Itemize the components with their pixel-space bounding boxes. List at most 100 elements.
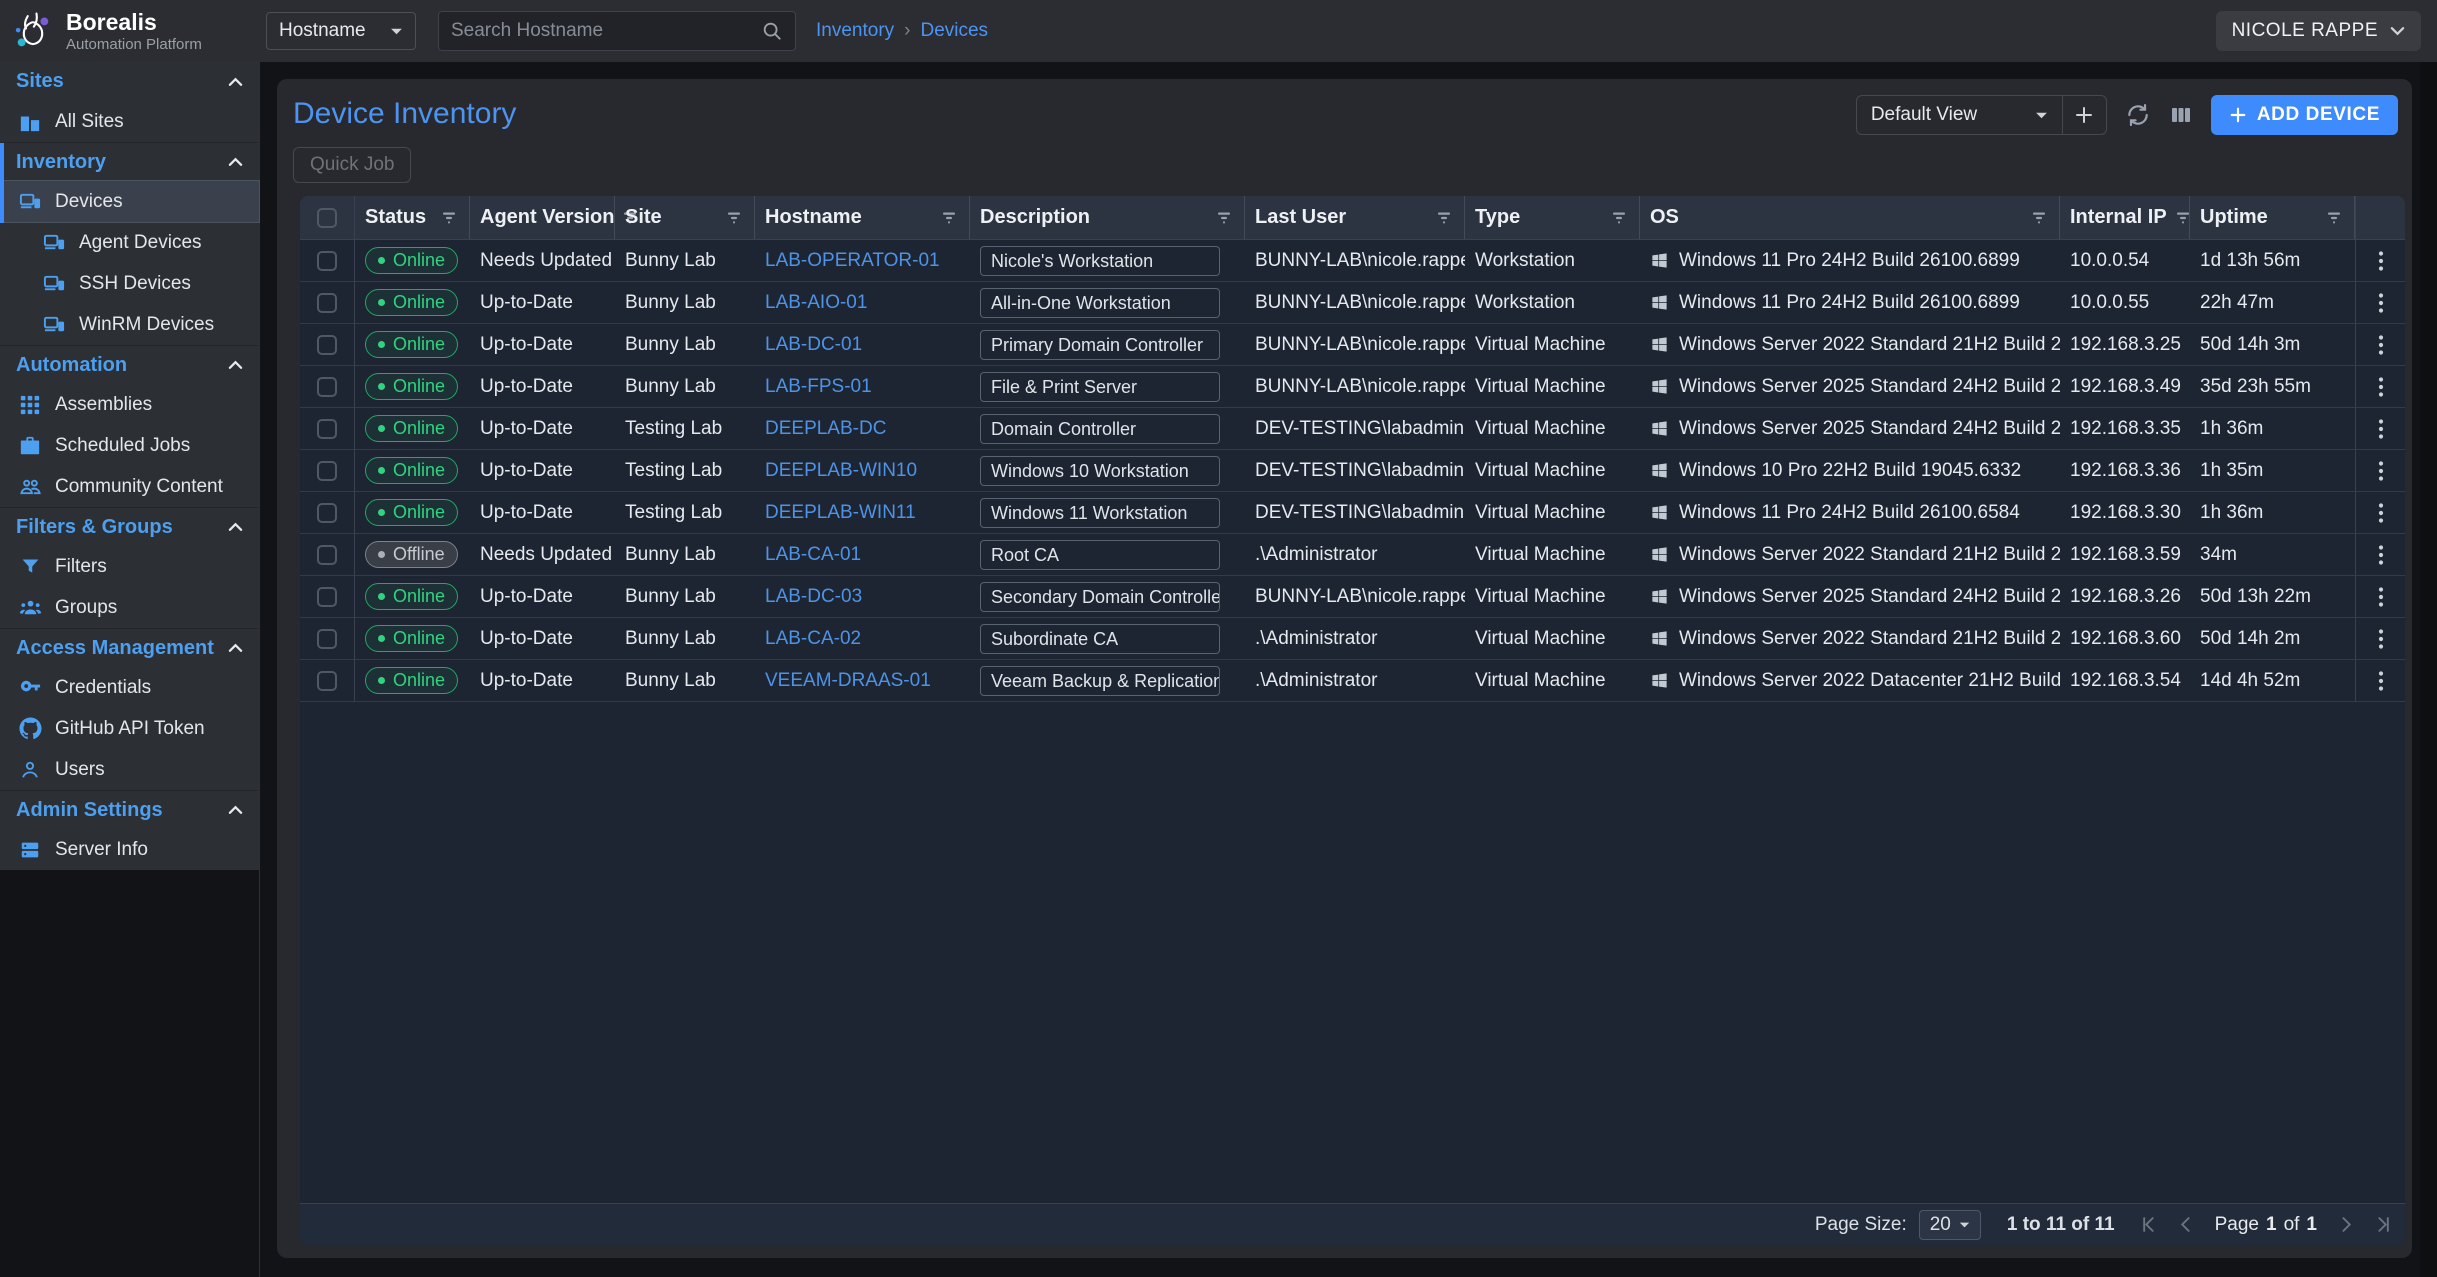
filter-icon[interactable] (2175, 211, 2191, 225)
sidebar-section-access-management[interactable]: Access Management (0, 628, 259, 667)
page-size-select[interactable]: 20 (1919, 1210, 1981, 1240)
sidebar-item-github-api-token[interactable]: GitHub API Token (0, 708, 259, 749)
row-checkbox[interactable] (317, 629, 337, 649)
filter-icon[interactable] (726, 211, 742, 225)
hostname-link[interactable]: VEEAM-DRAAS-01 (765, 670, 931, 692)
sidebar-item-credentials[interactable]: Credentials (0, 667, 259, 708)
sidebar-section-sites[interactable]: Sites (0, 62, 259, 101)
sidebar-item-ssh-devices[interactable]: SSH Devices (0, 263, 259, 304)
row-checkbox[interactable] (317, 335, 337, 355)
sidebar-section-automation[interactable]: Automation (0, 345, 259, 384)
row-actions-kebab-icon[interactable] (2378, 459, 2384, 483)
description-field[interactable]: Veeam Backup & Replication Ser ... (980, 666, 1220, 696)
filter-icon[interactable] (1216, 211, 1232, 225)
description-field[interactable]: All-in-One Workstation (980, 288, 1220, 318)
description-field[interactable]: Windows 10 Workstation (980, 456, 1220, 486)
page-scrollbar-gutter[interactable] (2420, 62, 2437, 1277)
row-actions-kebab-icon[interactable] (2378, 669, 2384, 693)
description-field[interactable]: Domain Controller (980, 414, 1220, 444)
description-field[interactable]: Subordinate CA (980, 624, 1220, 654)
row-checkbox[interactable] (317, 587, 337, 607)
first-page-icon[interactable] (2141, 1216, 2158, 1233)
sidebar-item-scheduled-jobs[interactable]: Scheduled Jobs (0, 425, 259, 466)
column-header-hostname[interactable]: Hostname (755, 196, 970, 239)
row-checkbox[interactable] (317, 251, 337, 271)
sidebar-item-devices[interactable]: Devices (0, 181, 259, 222)
row-checkbox[interactable] (317, 545, 337, 565)
hostname-link[interactable]: LAB-CA-02 (765, 628, 861, 650)
row-checkbox[interactable] (317, 461, 337, 481)
column-header-os[interactable]: OS (1640, 196, 2060, 239)
sidebar-item-assemblies[interactable]: Assemblies (0, 384, 259, 425)
breadcrumb-devices[interactable]: Devices (920, 20, 988, 42)
search-input[interactable]: Search Hostname (438, 11, 796, 51)
sidebar-item-groups[interactable]: Groups (0, 587, 259, 628)
last-page-icon[interactable] (2374, 1216, 2391, 1233)
add-view-button[interactable] (2062, 96, 2106, 134)
row-checkbox[interactable] (317, 503, 337, 523)
hostname-link[interactable]: DEEPLAB-WIN10 (765, 460, 917, 482)
filter-icon[interactable] (1436, 211, 1452, 225)
view-selector[interactable]: Default View (1857, 96, 2062, 134)
previous-page-icon[interactable] (2178, 1216, 2195, 1233)
row-actions-kebab-icon[interactable] (2378, 375, 2384, 399)
search-icon[interactable] (761, 20, 783, 42)
column-header-site[interactable]: Site (615, 196, 755, 239)
row-checkbox[interactable] (317, 377, 337, 397)
hostname-link[interactable]: DEEPLAB-DC (765, 418, 886, 440)
sidebar-item-filters[interactable]: Filters (0, 546, 259, 587)
column-header-agent_version[interactable]: Agent Version (470, 196, 615, 239)
hostname-link[interactable]: LAB-OPERATOR-01 (765, 250, 940, 272)
column-header-uptime[interactable]: Uptime (2190, 196, 2355, 239)
select-all-checkbox[interactable] (317, 208, 337, 228)
row-checkbox[interactable] (317, 293, 337, 313)
description-field[interactable]: Nicole's Workstation (980, 246, 1220, 276)
description-field[interactable]: File & Print Server (980, 372, 1220, 402)
description-field[interactable]: Windows 11 Workstation (980, 498, 1220, 528)
row-actions-kebab-icon[interactable] (2378, 249, 2384, 273)
filter-icon[interactable] (1611, 211, 1627, 225)
hostname-link[interactable]: LAB-FPS-01 (765, 376, 872, 398)
hostname-link[interactable]: DEEPLAB-WIN11 (765, 502, 916, 524)
row-actions-kebab-icon[interactable] (2378, 417, 2384, 441)
column-settings-icon[interactable] (2169, 103, 2193, 127)
row-actions-kebab-icon[interactable] (2378, 543, 2384, 567)
sidebar-item-community-content[interactable]: Community Content (0, 466, 259, 507)
column-header-type[interactable]: Type (1465, 196, 1640, 239)
description-field[interactable]: Secondary Domain Controller (980, 582, 1220, 612)
row-actions-kebab-icon[interactable] (2378, 627, 2384, 651)
filter-icon[interactable] (941, 211, 957, 225)
column-header-description[interactable]: Description (970, 196, 1245, 239)
column-header-status[interactable]: Status (355, 196, 470, 239)
filter-icon[interactable] (441, 211, 457, 225)
row-checkbox[interactable] (317, 671, 337, 691)
hostname-link[interactable]: LAB-DC-01 (765, 334, 862, 356)
refresh-icon[interactable] (2125, 102, 2151, 128)
filter-icon[interactable] (2031, 211, 2047, 225)
add-device-button[interactable]: ADD DEVICE (2211, 95, 2398, 135)
row-checkbox[interactable] (317, 419, 337, 439)
sidebar-item-all-sites[interactable]: All Sites (0, 101, 259, 142)
next-page-icon[interactable] (2337, 1216, 2354, 1233)
sidebar-item-server-info[interactable]: Server Info (0, 829, 259, 870)
description-field[interactable]: Root CA (980, 540, 1220, 570)
sidebar-section-admin-settings[interactable]: Admin Settings (0, 790, 259, 829)
hostname-link[interactable]: LAB-CA-01 (765, 544, 861, 566)
column-header-last_user[interactable]: Last User (1245, 196, 1465, 239)
row-actions-kebab-icon[interactable] (2378, 333, 2384, 357)
user-menu-button[interactable]: NICOLE RAPPE (2216, 11, 2421, 51)
breadcrumb-inventory[interactable]: Inventory (816, 20, 894, 42)
quick-job-button[interactable]: Quick Job (293, 147, 411, 183)
hostname-link[interactable]: LAB-DC-03 (765, 586, 862, 608)
filter-icon[interactable] (2326, 211, 2342, 225)
sidebar-item-winrm-devices[interactable]: WinRM Devices (0, 304, 259, 345)
search-field-selector[interactable]: Hostname (266, 12, 416, 50)
sidebar-item-agent-devices[interactable]: Agent Devices (0, 222, 259, 263)
sidebar-item-users[interactable]: Users (0, 749, 259, 790)
description-field[interactable]: Primary Domain Controller (980, 330, 1220, 360)
column-header-internal_ip[interactable]: Internal IP (2060, 196, 2190, 239)
row-actions-kebab-icon[interactable] (2378, 501, 2384, 525)
hostname-link[interactable]: LAB-AIO-01 (765, 292, 867, 314)
row-actions-kebab-icon[interactable] (2378, 291, 2384, 315)
sidebar-section-filters-groups[interactable]: Filters & Groups (0, 507, 259, 546)
